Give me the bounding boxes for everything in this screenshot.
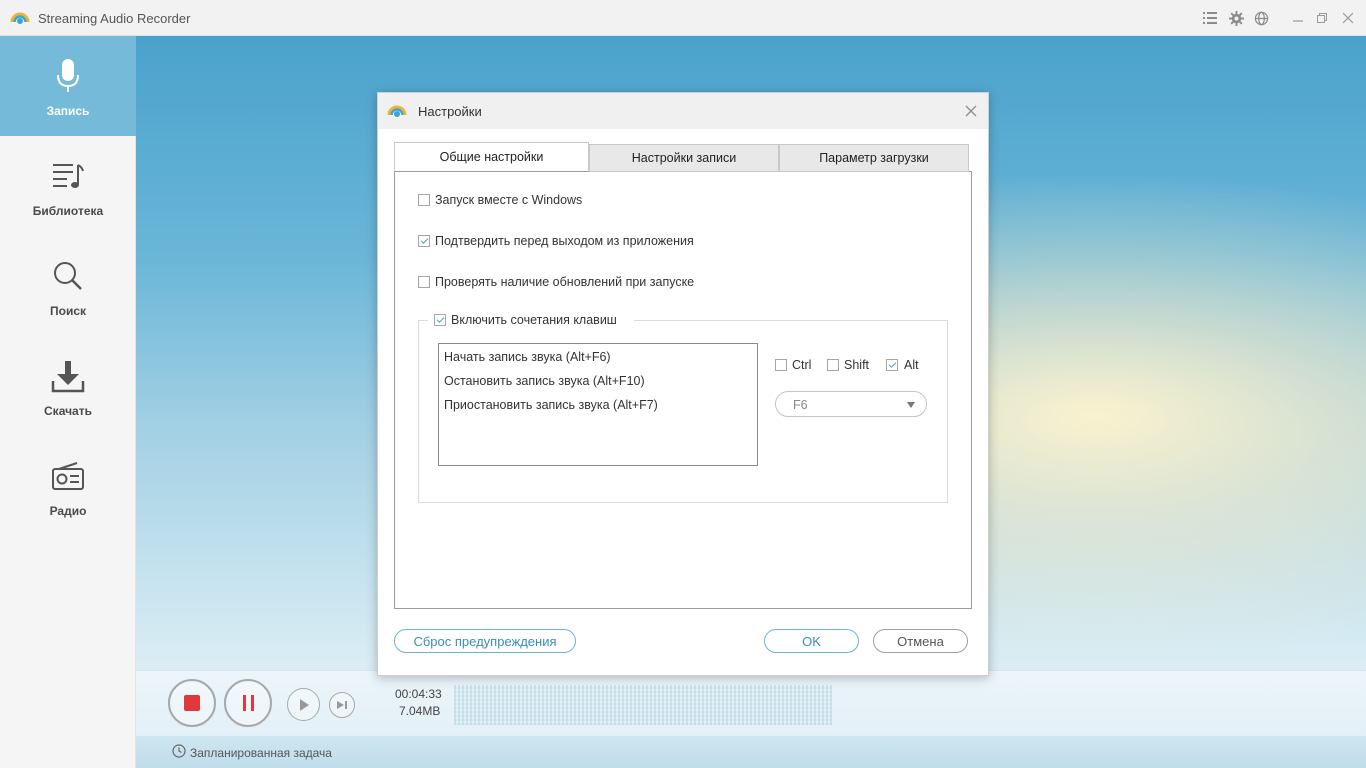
enable-hotkeys-label: Включить сочетания клавиш	[451, 313, 617, 327]
clock-icon	[172, 744, 186, 758]
hotkey-key-select[interactable]: F6	[775, 391, 927, 417]
dialog-header: Настройки	[378, 93, 988, 129]
list-icon[interactable]	[1201, 9, 1219, 27]
alt-checkbox[interactable]	[886, 359, 898, 371]
sidebar-item-radio[interactable]: Радио	[0, 436, 136, 536]
stop-icon	[184, 695, 200, 711]
sidebar-item-label: Библиотека	[32, 204, 104, 218]
cancel-button[interactable]: Отмена	[873, 629, 968, 653]
pause-icon	[242, 695, 254, 711]
play-icon	[299, 698, 309, 711]
start-with-windows-checkbox[interactable]	[418, 194, 430, 206]
radio-icon	[48, 456, 88, 496]
search-icon	[48, 256, 88, 296]
check-updates-checkbox[interactable]	[418, 276, 430, 288]
close-icon[interactable]	[1339, 9, 1357, 27]
restore-icon[interactable]	[1313, 9, 1331, 27]
gear-icon[interactable]	[1227, 9, 1245, 27]
app-title: Streaming Audio Recorder	[38, 11, 191, 26]
list-item[interactable]: Приостановить запись звука (Alt+F7)	[444, 398, 658, 412]
ctrl-label: Ctrl	[792, 358, 812, 372]
title-bar: Streaming Audio Recorder	[0, 0, 1366, 36]
hotkey-key-value: F6	[793, 398, 808, 412]
sidebar-item-label: Запись	[46, 104, 90, 118]
app-logo-icon	[387, 105, 407, 117]
confirm-exit-label: Подтвердить перед выходом из приложения	[435, 234, 694, 248]
sidebar-item-label: Скачать	[44, 404, 92, 418]
play-button[interactable]	[287, 688, 320, 721]
list-item[interactable]: Остановить запись звука (Alt+F10)	[444, 374, 645, 388]
scheduler-bar: Запланированная задача	[136, 736, 1366, 768]
waveform-visualizer	[454, 685, 832, 725]
sidebar-item-label: Радио	[49, 504, 87, 518]
player-bar: 00:04:33 7.04MB	[136, 670, 1366, 736]
enable-hotkeys-checkbox[interactable]	[434, 314, 446, 326]
confirm-exit-checkbox[interactable]	[418, 235, 430, 247]
ctrl-checkbox[interactable]	[775, 359, 787, 371]
sidebar: Запись Библиотека Поиск Скачать Радио	[0, 36, 136, 768]
sidebar-item-search[interactable]: Поиск	[0, 236, 136, 336]
sidebar-item-record[interactable]: Запись	[0, 36, 136, 136]
file-size: 7.04MB	[399, 704, 441, 718]
download-icon	[48, 356, 88, 396]
sidebar-item-download[interactable]: Скачать	[0, 336, 136, 436]
chevron-down-icon	[907, 402, 915, 408]
shift-label: Shift	[844, 358, 870, 372]
list-item[interactable]: Начать запись звука (Alt+F6)	[444, 350, 611, 364]
tab-record-settings[interactable]: Настройки записи	[589, 144, 779, 172]
pause-button[interactable]	[224, 679, 272, 727]
music-list-icon	[48, 156, 88, 196]
sidebar-item-library[interactable]: Библиотека	[0, 136, 136, 236]
microphone-icon	[48, 56, 88, 96]
dialog-title: Настройки	[418, 104, 482, 119]
hotkeys-list[interactable]: Начать запись звука (Alt+F6) Остановить …	[438, 343, 758, 466]
app-logo-icon	[10, 12, 30, 24]
minimize-icon[interactable]	[1289, 9, 1307, 27]
tab-download-settings[interactable]: Параметр загрузки	[779, 144, 969, 172]
dialog-close-icon[interactable]	[962, 102, 980, 120]
check-updates-label: Проверять наличие обновлений при запуске	[435, 275, 695, 289]
reset-warnings-button[interactable]: Сброс предупреждения	[394, 629, 576, 653]
shift-checkbox[interactable]	[827, 359, 839, 371]
alt-label: Alt	[904, 358, 919, 372]
sidebar-item-label: Поиск	[49, 304, 86, 318]
stop-button[interactable]	[168, 679, 216, 727]
globe-icon[interactable]	[1252, 9, 1270, 27]
tab-general-settings[interactable]: Общие настройки	[394, 142, 589, 171]
settings-dialog: Настройки Общие настройки Настройки запи…	[377, 92, 989, 676]
next-button[interactable]	[329, 692, 355, 718]
scheduled-task-link[interactable]: Запланированная задача	[190, 746, 332, 760]
ok-button[interactable]: OK	[764, 629, 859, 653]
start-with-windows-label: Запуск вместе с Windows	[435, 193, 583, 207]
elapsed-time: 00:04:33	[395, 687, 442, 701]
skip-next-icon	[337, 701, 347, 709]
